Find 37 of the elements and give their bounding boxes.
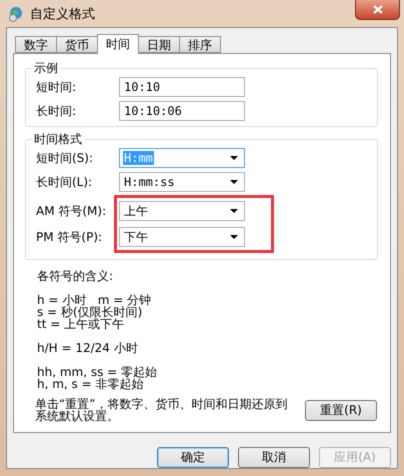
dropdown-arrow-icon [230, 209, 238, 213]
legend-title: 各符号的含义: [37, 270, 114, 282]
reset-button[interactable]: 重置(R) [305, 400, 377, 420]
tab[interactable]: 货币 [56, 36, 98, 53]
tab[interactable]: 日期 [138, 36, 180, 53]
format-dropdown[interactable]: 下午 [119, 227, 245, 247]
tab[interactable]: 数字 [15, 36, 57, 53]
tab[interactable]: 时间 [97, 34, 139, 54]
field-label: 长时间(L): [36, 174, 94, 190]
dropdown-arrow-icon [230, 235, 238, 239]
field-label: PM 符号(P): [36, 228, 104, 246]
tab[interactable]: 排序 [179, 36, 221, 53]
globe-icon [8, 6, 24, 22]
reset-note: 单击“重置”，将数字、货币、时间和日期还原到系统默认设置。 [35, 398, 288, 422]
legend-line: h/H = 12/24 小时 [37, 342, 139, 354]
close-button[interactable] [355, 0, 400, 20]
dropdown-arrow-icon [230, 156, 238, 160]
legend-line: hh, mm, ss = 零起始 [37, 366, 158, 378]
format-dropdown[interactable]: 上午 [119, 201, 245, 221]
sample-field: 10:10:06 [119, 101, 245, 121]
dialog-button[interactable]: 确定 [157, 447, 229, 468]
field-label: 长时间: [36, 102, 78, 120]
dialog-button[interactable]: 取消 [238, 447, 310, 468]
dropdown-arrow-icon [230, 180, 238, 184]
legend-line: s = 秒(仅限长时间) [37, 306, 142, 318]
window-title: 自定义格式 [30, 6, 95, 22]
legend-line: h, m, s = 非零起始 [37, 378, 144, 390]
legend-line: tt = 上午或下午 [37, 318, 124, 330]
close-icon [372, 5, 382, 14]
field-label: 短时间(S): [36, 150, 94, 166]
format-dropdown[interactable]: H:mm:ss [119, 172, 245, 192]
legend-line: h = 小时 m = 分钟 [37, 294, 152, 306]
field-label: 短时间: [36, 78, 78, 96]
field-label: AM 符号(M): [36, 202, 108, 220]
sample-field: 10:10 [119, 77, 245, 97]
group-title: 时间格式 [33, 131, 83, 148]
group-title: 示例 [33, 60, 59, 77]
